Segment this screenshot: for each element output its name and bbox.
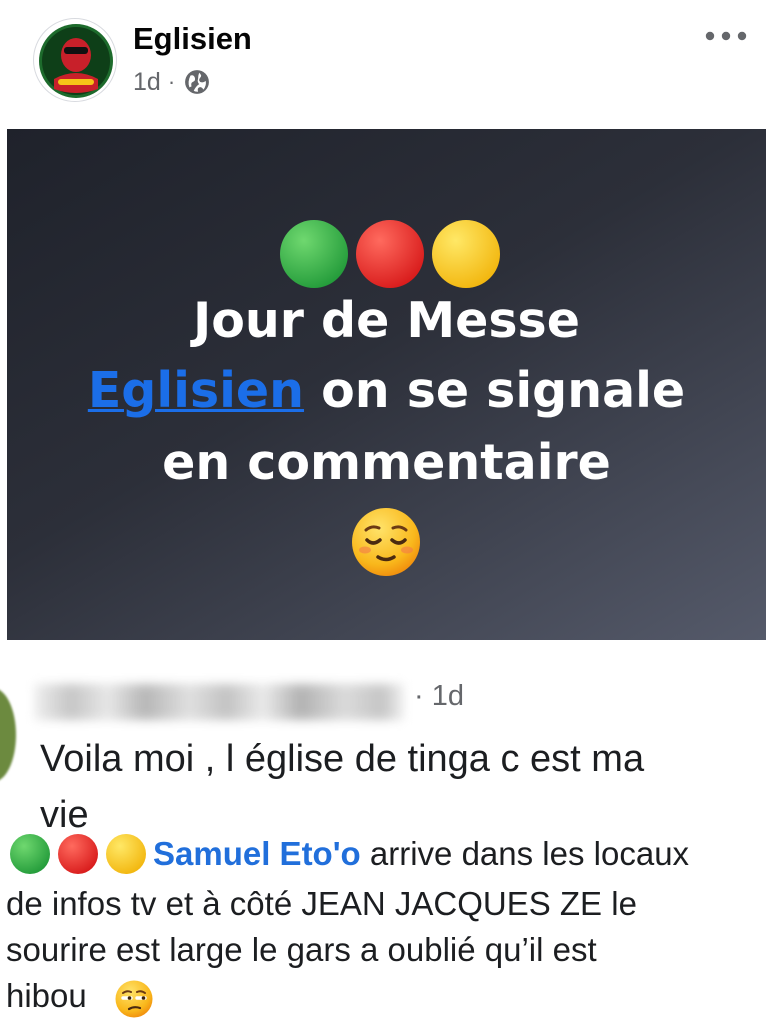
globe-icon[interactable] <box>184 69 210 95</box>
relieved-face-emoji <box>352 508 420 576</box>
comment-2-line-1-rest: arrive dans les locaux <box>360 835 690 872</box>
cameroon-colors-circles <box>280 220 500 288</box>
avatar-image <box>39 24 113 98</box>
post-timestamp[interactable]: 1d <box>133 68 161 97</box>
comment-timestamp[interactable]: 1d <box>432 680 464 712</box>
more-options-icon[interactable] <box>702 24 750 48</box>
comment-text-line-1: Voila moi , l église de tinga c est ma <box>40 738 645 780</box>
post-author-name[interactable]: Eglisien <box>133 21 252 57</box>
post-image-link: Eglisien <box>87 362 305 419</box>
commenter-name-redacted[interactable] <box>34 684 404 720</box>
comment-2-line-3: sourire est large le gars a oublié qu’il… <box>6 931 597 968</box>
author-avatar[interactable] <box>33 18 117 102</box>
unamused-face-emoji <box>115 980 153 1018</box>
post-image-line-1: Jour de Messe <box>193 292 580 349</box>
comment-meta: · 1d <box>414 680 464 713</box>
post-image-line-2-rest: on se signale <box>304 362 686 419</box>
post-meta: 1d · <box>133 66 210 98</box>
comment-2-line-1: Samuel Eto'o arrive dans les locaux <box>153 835 689 873</box>
comment-separator: · <box>414 680 424 712</box>
comment-2-line-4: hibou <box>6 977 87 1014</box>
post-image-line-3: en commentaire <box>162 434 611 491</box>
cameroon-colors-circles-small <box>10 834 146 874</box>
commenter-avatar[interactable] <box>0 688 16 782</box>
post-image[interactable]: Jour de Messe Eglisien on se signale en … <box>7 129 766 640</box>
comment-2-line-2: de infos tv et à côté JEAN JACQUES ZE le <box>6 885 637 922</box>
mention-link[interactable]: Samuel Eto'o <box>153 835 361 872</box>
post-image-line-2: Eglisien on se signale <box>7 362 766 419</box>
comment-text-line-2: vie <box>40 794 89 836</box>
meta-separator: · <box>167 69 176 94</box>
